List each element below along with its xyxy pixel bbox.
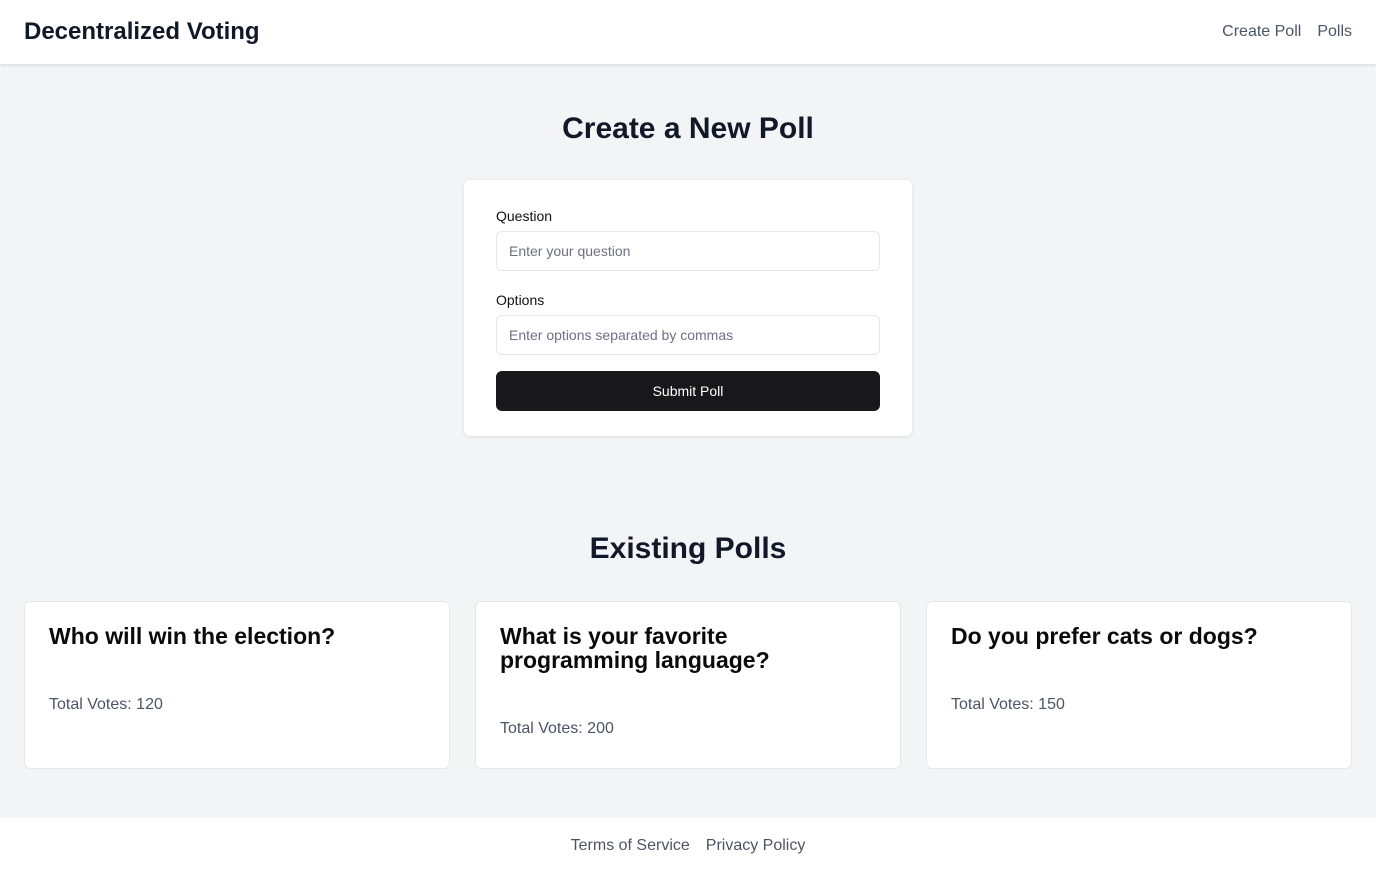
options-label: Options: [496, 292, 545, 308]
main-nav: Create Poll Polls: [1222, 23, 1352, 41]
poll-question: What is your favorite programming langua…: [500, 623, 770, 673]
poll-total-votes: Total Votes: 120: [49, 696, 163, 713]
poll-total-votes: Total Votes: 150: [951, 696, 1065, 713]
poll-card[interactable]: What is your favorite programming langua…: [475, 601, 901, 769]
poll-question: Who will win the election?: [49, 623, 336, 649]
create-poll-heading: Create a New Poll: [562, 112, 814, 145]
poll-question: Do you prefer cats or dogs?: [951, 623, 1258, 649]
nav-polls[interactable]: Polls: [1317, 23, 1352, 41]
submit-poll-button[interactable]: Submit Poll: [496, 371, 880, 411]
poll-total-votes: Total Votes: 200: [500, 720, 614, 737]
top-navbar: Decentralized Voting Create Poll Polls: [0, 0, 1376, 64]
app-title: Decentralized Voting: [24, 18, 260, 45]
options-input[interactable]: [496, 315, 880, 355]
poll-card[interactable]: Who will win the election? Total Votes: …: [24, 601, 450, 769]
poll-card[interactable]: Do you prefer cats or dogs? Total Votes:…: [926, 601, 1352, 769]
create-poll-form: Question Options Submit Poll: [464, 180, 912, 436]
privacy-link[interactable]: Privacy Policy: [706, 837, 806, 855]
footer: Terms of Service Privacy Policy: [0, 818, 1376, 874]
terms-link[interactable]: Terms of Service: [571, 837, 690, 855]
question-input[interactable]: [496, 231, 880, 271]
existing-polls-heading: Existing Polls: [589, 532, 787, 565]
question-label: Question: [496, 208, 553, 224]
main-content: Create a New Poll Question Options Submi…: [0, 64, 1376, 818]
polls-list: Who will win the election? Total Votes: …: [24, 601, 1352, 769]
nav-create-poll[interactable]: Create Poll: [1222, 23, 1301, 41]
